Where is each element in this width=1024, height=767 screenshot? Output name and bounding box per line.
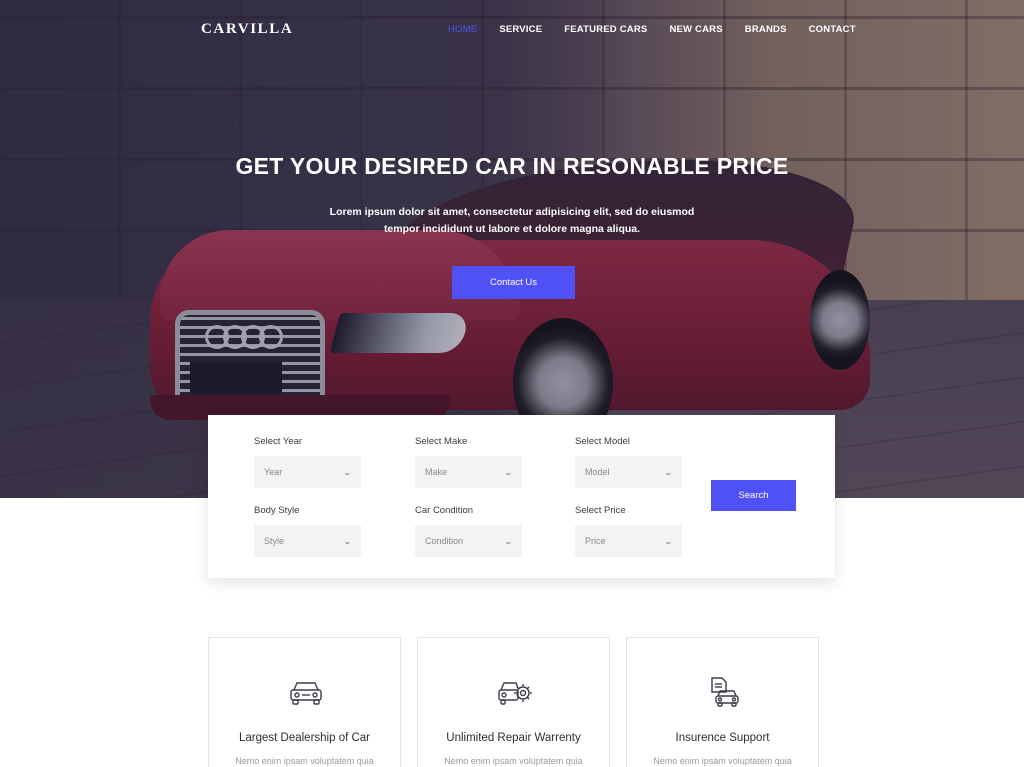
condition-field: Car Condition Condition ⌄ bbox=[415, 505, 522, 557]
price-field: Select Price Price ⌄ bbox=[575, 505, 682, 557]
chevron-down-icon: ⌄ bbox=[503, 536, 514, 546]
feature-card-insurance: Insurence Support Nemo enim ipsam volupt… bbox=[626, 637, 819, 767]
car-insurance-icon bbox=[706, 676, 742, 708]
body-style-label: Body Style bbox=[254, 505, 300, 516]
chevron-down-icon: ⌄ bbox=[663, 467, 674, 477]
make-field: Select Make Make ⌄ bbox=[415, 436, 522, 488]
feature-title: Insurence Support bbox=[675, 732, 770, 744]
search-button[interactable]: Search bbox=[711, 480, 796, 511]
year-field: Select Year Year ⌄ bbox=[254, 436, 361, 488]
price-select[interactable]: Price ⌄ bbox=[575, 525, 682, 557]
hero-description: Lorem ipsum dolor sit amet, consectetur … bbox=[329, 206, 695, 235]
model-select-value: Model bbox=[585, 467, 610, 477]
car-search-panel: Select Year Year ⌄ Select Make Make ⌄ Se… bbox=[208, 415, 835, 578]
body-style-select[interactable]: Style ⌄ bbox=[254, 525, 361, 557]
chevron-down-icon: ⌄ bbox=[342, 467, 353, 477]
make-label: Select Make bbox=[415, 436, 468, 447]
body-style-field: Body Style Style ⌄ bbox=[254, 505, 361, 557]
year-label: Select Year bbox=[254, 436, 303, 447]
chevron-down-icon: ⌄ bbox=[503, 467, 514, 477]
feature-title: Unlimited Repair Warrenty bbox=[446, 732, 581, 744]
nav-item-contact[interactable]: CONTACT bbox=[809, 24, 856, 35]
hero-title: GET YOUR DESIRED CAR IN RESONABLE PRICE bbox=[235, 153, 789, 179]
year-select[interactable]: Year ⌄ bbox=[254, 456, 361, 488]
price-label: Select Price bbox=[575, 505, 626, 516]
feature-card-dealership: Largest Dealership of Car Nemo enim ipsa… bbox=[208, 637, 401, 767]
car-icon bbox=[288, 676, 324, 708]
nav-item-featured-cars[interactable]: FEATURED CARS bbox=[564, 24, 647, 35]
feature-title: Largest Dealership of Car bbox=[238, 732, 371, 744]
chevron-down-icon: ⌄ bbox=[342, 536, 353, 546]
contact-us-button[interactable]: Contact Us bbox=[452, 266, 575, 299]
model-select[interactable]: Model ⌄ bbox=[575, 456, 682, 488]
chevron-down-icon: ⌄ bbox=[663, 536, 674, 546]
make-select-value: Make bbox=[425, 467, 448, 477]
brand-logo[interactable]: CARVILLA bbox=[201, 21, 293, 38]
car-repair-icon bbox=[497, 676, 533, 708]
nav-item-service[interactable]: SERVICE bbox=[499, 24, 542, 35]
condition-label: Car Condition bbox=[415, 505, 474, 516]
nav-item-brands[interactable]: BRANDS bbox=[745, 24, 787, 35]
nav-item-home[interactable]: HOME bbox=[448, 24, 477, 35]
condition-select[interactable]: Condition ⌄ bbox=[415, 525, 522, 557]
feature-card-repair: Unlimited Repair Warrenty Nemo enim ipsa… bbox=[417, 637, 610, 767]
year-select-value: Year bbox=[264, 467, 283, 477]
body-style-select-value: Style bbox=[264, 536, 285, 546]
model-field: Select Model Model ⌄ bbox=[575, 436, 682, 488]
make-select[interactable]: Make ⌄ bbox=[415, 456, 522, 488]
feature-text: Nemo enim ipsam voluptatem quia bbox=[444, 756, 583, 766]
main-nav: HOME SERVICE FEATURED CARS NEW CARS BRAN… bbox=[448, 24, 878, 35]
nav-item-new-cars[interactable]: NEW CARS bbox=[669, 24, 722, 35]
price-select-value: Price bbox=[585, 536, 606, 546]
feature-text: Nemo enim ipsam voluptatem quia bbox=[235, 756, 374, 766]
condition-select-value: Condition bbox=[425, 536, 464, 546]
model-label: Select Model bbox=[575, 436, 630, 447]
feature-text: Nemo enim ipsam voluptatem quia bbox=[653, 756, 792, 766]
